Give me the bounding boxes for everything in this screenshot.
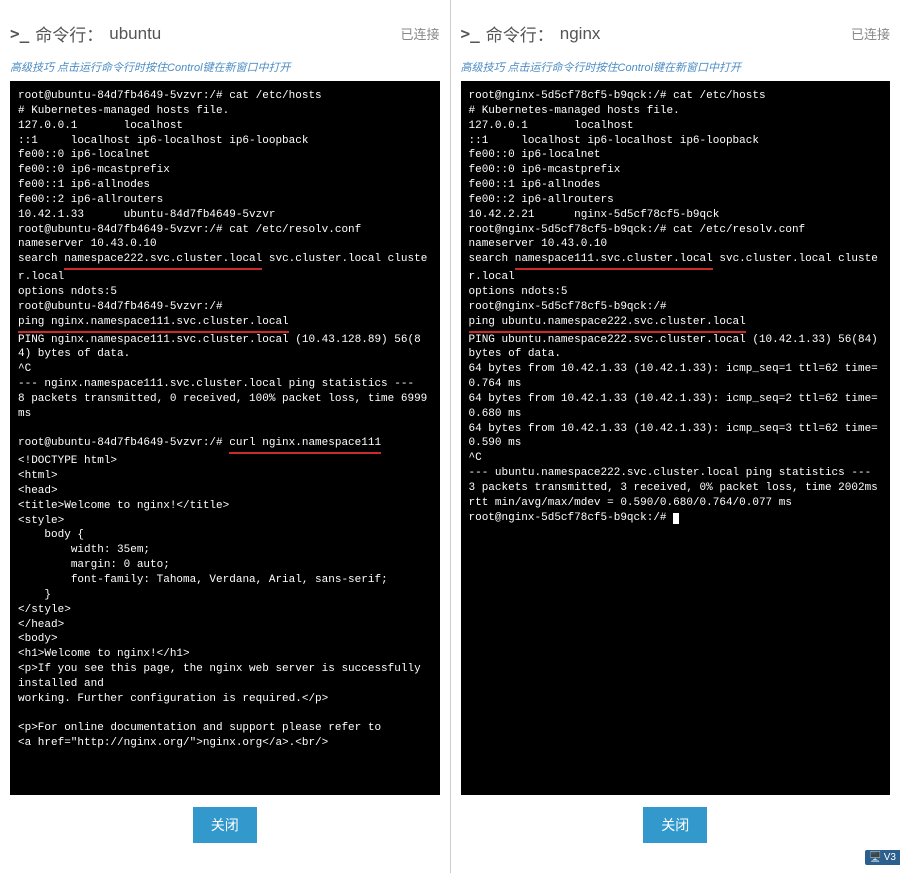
highlight-namespace: namespace222.svc.cluster.local: [64, 252, 262, 270]
terminal-line: search namespace222.svc.cluster.local sv…: [18, 252, 432, 285]
pane-header: >_ 命令行： nginx 已连接: [461, 15, 891, 56]
title-name: nginx: [560, 24, 601, 44]
terminal-line: fe00::1 ip6-allnodes: [469, 178, 883, 193]
terminal-line: [18, 422, 432, 437]
terminal-line: margin: 0 auto;: [18, 558, 432, 573]
terminal-line: 8 packets transmitted, 0 received, 100% …: [18, 392, 432, 422]
terminal-line: working. Further configuration is requir…: [18, 692, 432, 707]
terminal-line: 64 bytes from 10.42.1.33 (10.42.1.33): i…: [469, 422, 883, 452]
terminal-line: body {: [18, 528, 432, 543]
close-button[interactable]: 关闭: [193, 807, 257, 843]
highlight-ping: ping ubuntu.namespace222.svc.cluster.loc…: [469, 315, 746, 333]
terminal-line: --- ubuntu.namespace222.svc.cluster.loca…: [469, 466, 883, 481]
terminal-line: fe00::0 ip6-mcastprefix: [469, 163, 883, 178]
terminal-line: 64 bytes from 10.42.1.33 (10.42.1.33): i…: [469, 392, 883, 422]
terminal-line: width: 35em;: [18, 543, 432, 558]
tip-text: 点击运行命令行时按住Control键在新窗口中打开: [54, 62, 291, 74]
cursor-icon: [673, 513, 679, 524]
terminal-line: ::1 localhost ip6-localhost ip6-loopback: [469, 134, 883, 149]
terminal-line: <style>: [18, 514, 432, 529]
pane-title: >_ 命令行： ubuntu: [10, 21, 161, 46]
terminal-line: PING ubuntu.namespace222.svc.cluster.loc…: [469, 333, 883, 363]
terminal-line: ^C: [469, 451, 883, 466]
monitor-icon: 🖥️: [869, 852, 881, 863]
terminal-line: nameserver 10.43.0.10: [18, 237, 432, 252]
terminal-icon: >_: [10, 24, 29, 43]
tip-label: 高级技巧: [10, 62, 54, 74]
terminal-line: root@nginx-5d5cf78cf5-b9qck:/# ping ubun…: [469, 300, 883, 333]
terminal-line: fe00::0 ip6-localnet: [18, 148, 432, 163]
highlight-curl: curl nginx.namespace111: [229, 436, 381, 454]
close-button[interactable]: 关闭: [643, 807, 707, 843]
terminal-line: root@ubuntu-84d7fb4649-5vzvr:/# ping ngi…: [18, 300, 432, 333]
tip-label: 高级技巧: [461, 62, 505, 74]
terminal-line: <!DOCTYPE html>: [18, 454, 432, 469]
terminal-line: [18, 707, 432, 722]
terminal-line: fe00::0 ip6-mcastprefix: [18, 163, 432, 178]
terminal-line: root@ubuntu-84d7fb4649-5vzvr:/# cat /etc…: [18, 223, 432, 238]
terminal-line: root@ubuntu-84d7fb4649-5vzvr:/# curl ngi…: [18, 436, 432, 454]
terminal-line: </head>: [18, 618, 432, 633]
terminal-line: </style>: [18, 603, 432, 618]
terminal-line: font-family: Tahoma, Verdana, Arial, san…: [18, 573, 432, 588]
pane-header: >_ 命令行： ubuntu 已连接: [10, 15, 440, 56]
terminal-line: options ndots:5: [18, 285, 432, 300]
pane-title: >_ 命令行： nginx: [461, 21, 601, 46]
connection-status: 已连接: [400, 24, 439, 43]
tip-line: 高级技巧 点击运行命令行时按住Control键在新窗口中打开: [461, 56, 891, 81]
terminal-line: fe00::2 ip6-allrouters: [18, 193, 432, 208]
title-prefix: 命令行：: [486, 21, 554, 46]
terminal-line: PING nginx.namespace111.svc.cluster.loca…: [18, 333, 432, 363]
terminal-line: rtt min/avg/max/mdev = 0.590/0.680/0.764…: [469, 496, 883, 511]
terminal-line: 10.42.2.21 nginx-5d5cf78cf5-b9qck: [469, 208, 883, 223]
terminal-line: nameserver 10.43.0.10: [469, 237, 883, 252]
terminal-line: fe00::1 ip6-allnodes: [18, 178, 432, 193]
terminal-line: search namespace111.svc.cluster.local sv…: [469, 252, 883, 285]
terminal-line: <p>If you see this page, the nginx web s…: [18, 662, 432, 692]
terminal-line: root@nginx-5d5cf78cf5-b9qck:/# cat /etc/…: [469, 89, 883, 104]
terminal-line: --- nginx.namespace111.svc.cluster.local…: [18, 377, 432, 392]
terminal-line: }: [18, 588, 432, 603]
terminal-pane-ubuntu: >_ 命令行： ubuntu 已连接 高级技巧 点击运行命令行时按住Contro…: [0, 0, 451, 873]
terminal-line: <p>For online documentation and support …: [18, 721, 432, 736]
terminal-line: root@nginx-5d5cf78cf5-b9qck:/# cat /etc/…: [469, 223, 883, 238]
terminal-line: <title>Welcome to nginx!</title>: [18, 499, 432, 514]
tip-line: 高级技巧 点击运行命令行时按住Control键在新窗口中打开: [10, 56, 440, 81]
terminal-icon: >_: [461, 24, 480, 43]
terminal-line: root@nginx-5d5cf78cf5-b9qck:/#: [469, 511, 883, 526]
highlight-ping: ping nginx.namespace111.svc.cluster.loca…: [18, 315, 289, 333]
terminal-line: options ndots:5: [469, 285, 883, 300]
terminal-line: 127.0.0.1 localhost: [18, 119, 432, 134]
terminal-line: # Kubernetes-managed hosts file.: [469, 104, 883, 119]
terminal-line: 10.42.1.33 ubuntu-84d7fb4649-5vzvr: [18, 208, 432, 223]
connection-status: 已连接: [851, 24, 890, 43]
terminal-line: # Kubernetes-managed hosts file.: [18, 104, 432, 119]
terminal-line: fe00::0 ip6-localnet: [469, 148, 883, 163]
terminal-line: ::1 localhost ip6-localhost ip6-loopback: [18, 134, 432, 149]
highlight-namespace: namespace111.svc.cluster.local: [515, 252, 713, 270]
terminal-line: <html>: [18, 469, 432, 484]
tip-text: 点击运行命令行时按住Control键在新窗口中打开: [505, 62, 742, 74]
terminal-line: root@ubuntu-84d7fb4649-5vzvr:/# cat /etc…: [18, 89, 432, 104]
terminal-nginx[interactable]: root@nginx-5d5cf78cf5-b9qck:/# cat /etc/…: [461, 81, 891, 795]
terminal-pane-nginx: >_ 命令行： nginx 已连接 高级技巧 点击运行命令行时按住Control…: [451, 0, 900, 873]
title-prefix: 命令行：: [35, 21, 103, 46]
terminal-line: ^C: [18, 362, 432, 377]
taskbar-text: V3: [884, 852, 896, 863]
terminal-line: <body>: [18, 632, 432, 647]
terminal-line: 64 bytes from 10.42.1.33 (10.42.1.33): i…: [469, 362, 883, 392]
terminal-line: 3 packets transmitted, 3 received, 0% pa…: [469, 481, 883, 496]
taskbar-badge[interactable]: 🖥️V3: [865, 850, 900, 865]
terminal-line: fe00::2 ip6-allrouters: [469, 193, 883, 208]
terminal-line: <a href="http://nginx.org/">nginx.org</a…: [18, 736, 432, 751]
terminal-line: <head>: [18, 484, 432, 499]
title-name: ubuntu: [109, 24, 161, 44]
terminal-line: <h1>Welcome to nginx!</h1>: [18, 647, 432, 662]
terminal-ubuntu[interactable]: root@ubuntu-84d7fb4649-5vzvr:/# cat /etc…: [10, 81, 440, 795]
terminal-line: 127.0.0.1 localhost: [469, 119, 883, 134]
